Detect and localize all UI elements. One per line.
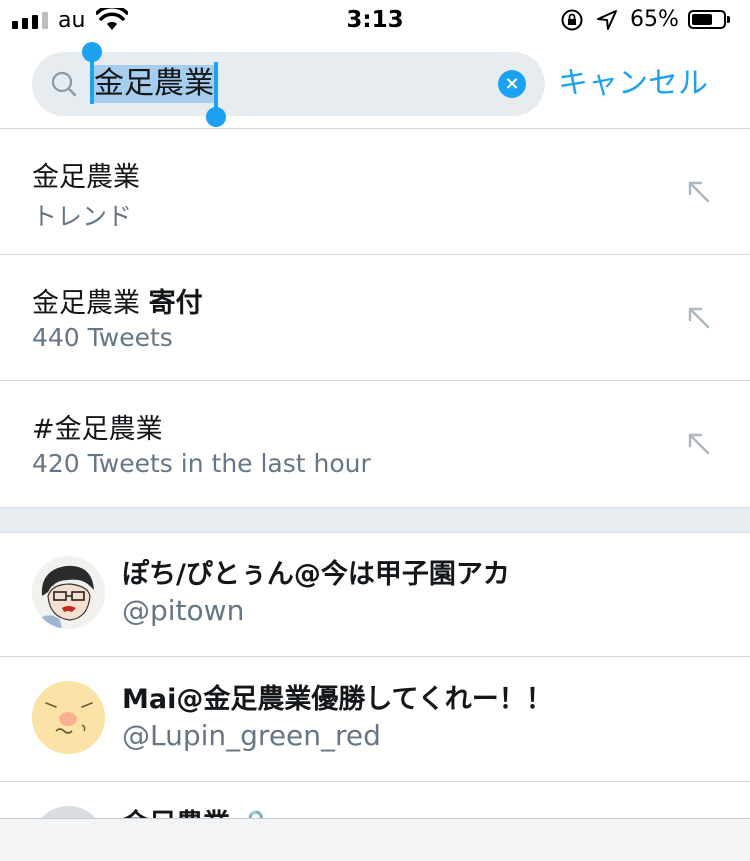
selection-start-caret [90, 56, 94, 104]
search-icon [51, 71, 77, 97]
status-bar: au 3:13 65% [0, 0, 750, 40]
search-suggestion[interactable]: 金足農業 トレンド [0, 129, 750, 254]
selection-end-handle[interactable] [206, 107, 226, 127]
user-display-name: Mai@金足農業優勝してくれー！！ [122, 684, 553, 715]
search-suggestion[interactable]: 金足農業 寄付 440 Tweets [0, 255, 750, 380]
suggestion-title: 金足農業 [32, 162, 140, 193]
fill-query-arrow-icon[interactable] [684, 177, 714, 207]
cancel-button[interactable]: キャンセル [558, 62, 708, 106]
fill-query-arrow-icon[interactable] [684, 429, 714, 459]
avatar [32, 806, 105, 818]
suggestion-title: 金足農業 寄付 [32, 288, 203, 319]
user-result[interactable]: 金足農業 🔒 [0, 782, 750, 818]
suggestion-subtitle: 440 Tweets [32, 323, 173, 352]
section-separator [0, 507, 750, 533]
location-icon [597, 10, 617, 30]
battery-icon [688, 10, 730, 29]
suggestion-subtitle: 420 Tweets in the last hour [32, 449, 371, 478]
avatar [32, 681, 105, 754]
user-result[interactable]: ぽち/ぴとぅん@今は甲子園アカ @pitown [0, 532, 750, 656]
user-result[interactable]: Mai@金足農業優勝してくれー！！ @Lupin_green_red [0, 657, 750, 781]
user-handle: @Lupin_green_red [122, 719, 381, 752]
search-query-text[interactable]: 金足農業 [92, 65, 216, 103]
user-handle: @pitown [122, 594, 245, 627]
suggestion-subtitle: トレンド [32, 202, 133, 231]
avatar [32, 556, 105, 629]
fill-query-arrow-icon[interactable] [684, 303, 714, 333]
keyboard-accessory-bar [0, 818, 750, 861]
suggestion-title: #金足農業 [32, 414, 163, 445]
battery-percent: 65% [630, 7, 679, 32]
user-display-name: ぽち/ぴとぅん@今は甲子園アカ [122, 559, 510, 590]
selection-end-caret [214, 62, 218, 112]
rotation-lock-icon [561, 9, 583, 31]
clear-search-button[interactable]: × [498, 70, 526, 98]
search-suggestion[interactable]: #金足農業 420 Tweets in the last hour [0, 381, 750, 506]
user-display-name: 金足農業 🔒 [122, 802, 273, 818]
